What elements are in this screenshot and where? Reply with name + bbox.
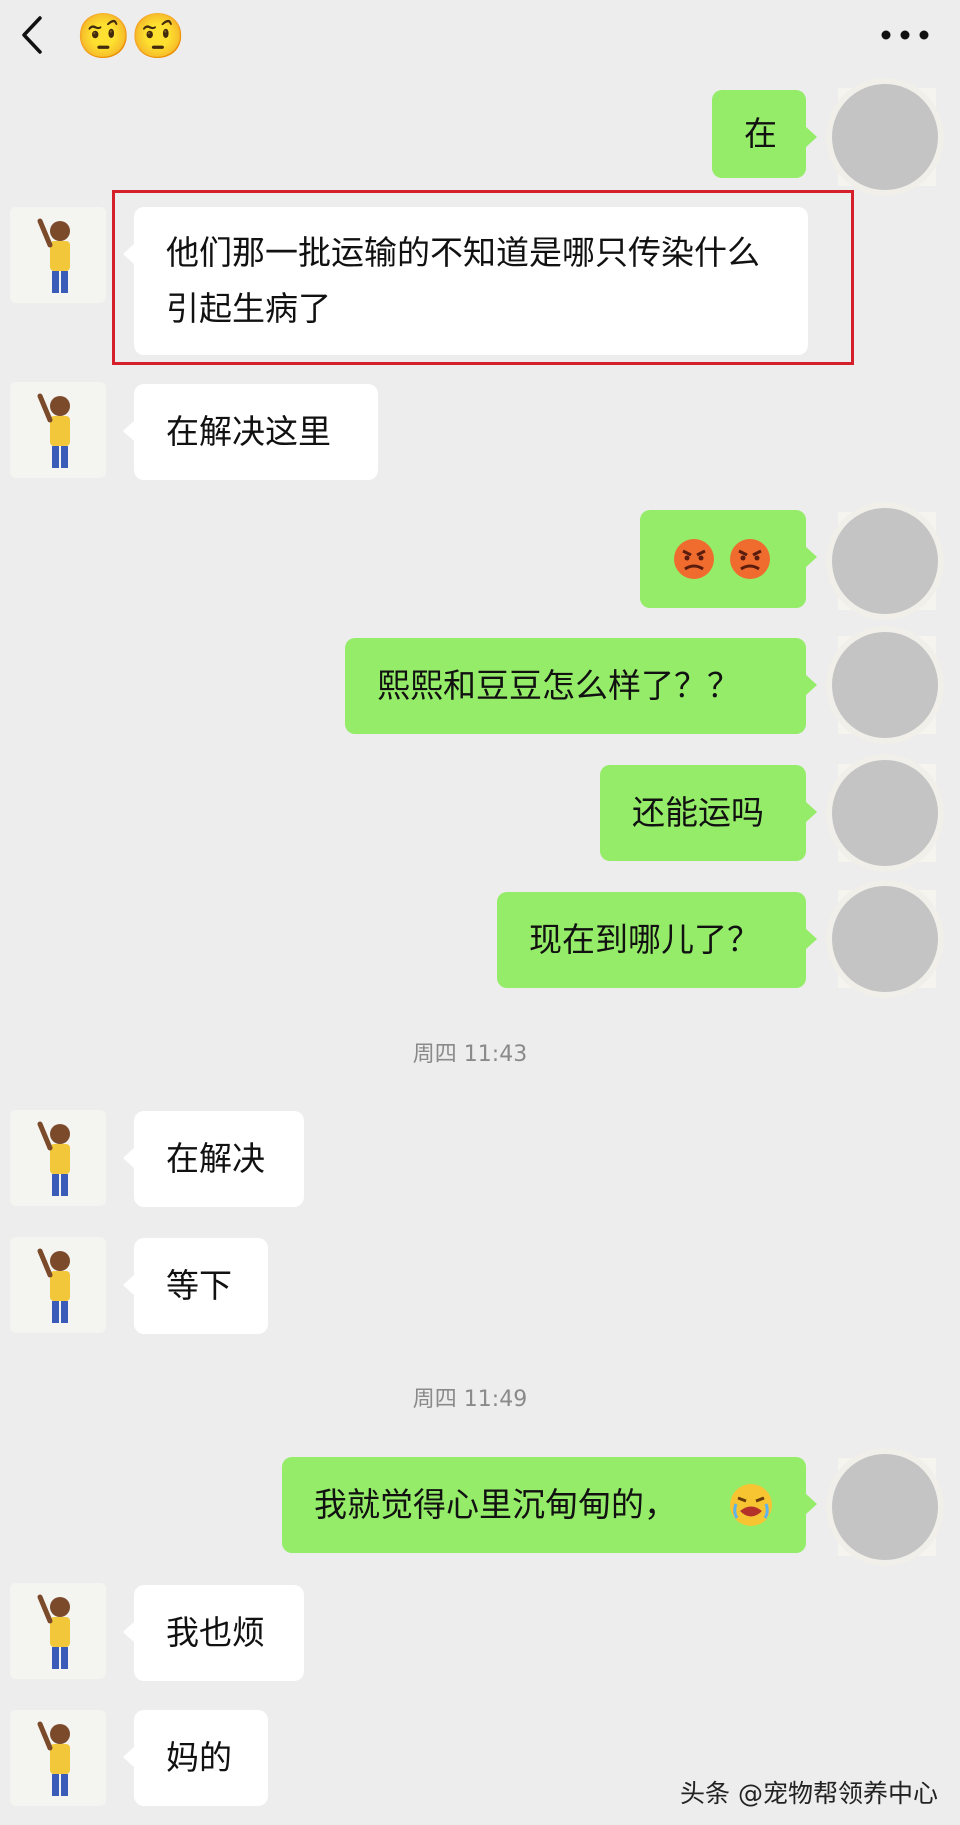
basketball-player-avatar-icon	[10, 1237, 106, 1333]
contact-avatar[interactable]	[10, 1110, 106, 1206]
back-button[interactable]	[10, 10, 60, 60]
message-text: 现在到哪儿了？	[529, 920, 760, 959]
my-avatar[interactable]	[832, 84, 938, 190]
message-text: 在解决	[166, 1139, 265, 1178]
chat-header: 🤨🤨	[0, 0, 960, 84]
message-bubble-out[interactable]: 现在到哪儿了？	[497, 892, 817, 988]
watermark: 头条 @宠物帮领养中心	[680, 1779, 938, 1808]
message-bubble-in[interactable]: 妈的	[123, 1710, 268, 1806]
my-avatar[interactable]	[832, 886, 938, 992]
message-text: 他们那一批运输的不知道是哪只传染什么引起生病了	[166, 233, 760, 328]
message-bubble-in[interactable]: 在解决这里	[123, 384, 378, 480]
message-text: 熙熙和豆豆怎么样了？？	[377, 666, 740, 705]
message-bubble-in[interactable]: 等下	[123, 1238, 268, 1334]
my-avatar[interactable]	[832, 632, 938, 738]
message-bubble-out[interactable]: 还能运吗	[600, 765, 817, 861]
message-text: 妈的	[166, 1738, 232, 1777]
message-text: 在	[744, 114, 777, 153]
message-text: 还能运吗	[632, 793, 764, 832]
timestamp: 周四 11:49	[412, 1387, 528, 1412]
my-avatar[interactable]	[832, 508, 938, 614]
message-bubble-in[interactable]: 他们那一批运输的不知道是哪只传染什么引起生病了	[123, 207, 808, 355]
contact-avatar[interactable]	[10, 1583, 106, 1679]
contact-avatar[interactable]	[10, 207, 106, 303]
message-bubble-out[interactable]: 熙熙和豆豆怎么样了？？	[345, 638, 817, 734]
my-avatar[interactable]	[832, 1454, 938, 1560]
message-text: 等下	[166, 1266, 232, 1305]
chat-title: 🤨🤨	[76, 11, 186, 62]
more-button[interactable]	[878, 20, 932, 50]
message-text: 在解决这里	[166, 412, 331, 451]
angry-face-icon	[730, 539, 770, 579]
contact-avatar[interactable]	[10, 1710, 106, 1806]
message-text: 我也烦	[166, 1613, 265, 1652]
message-bubble-out[interactable]	[640, 510, 817, 608]
basketball-player-avatar-icon	[10, 1583, 106, 1679]
contact-avatar[interactable]	[10, 1237, 106, 1333]
chevron-left-icon	[22, 16, 42, 54]
angry-face-icon	[674, 539, 714, 579]
message-text: 我就觉得心里沉甸甸的，	[314, 1485, 677, 1524]
message-bubble-in[interactable]: 我也烦	[123, 1585, 304, 1681]
contact-avatar[interactable]	[10, 382, 106, 478]
message-bubble-out[interactable]: 在	[712, 90, 817, 178]
timestamp: 周四 11:43	[412, 1042, 528, 1067]
crying-face-icon	[730, 1484, 772, 1526]
basketball-player-avatar-icon	[10, 207, 106, 303]
more-dots-icon	[881, 30, 929, 40]
message-bubble-out[interactable]: 我就觉得心里沉甸甸的，	[282, 1457, 817, 1553]
basketball-player-avatar-icon	[10, 1710, 106, 1806]
my-avatar[interactable]	[832, 760, 938, 866]
basketball-player-avatar-icon	[10, 382, 106, 478]
message-bubble-in[interactable]: 在解决	[123, 1111, 304, 1207]
basketball-player-avatar-icon	[10, 1110, 106, 1206]
